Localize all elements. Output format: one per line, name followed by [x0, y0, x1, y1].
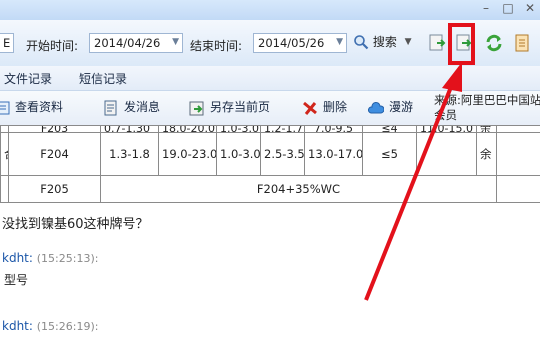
window-titlebar: – □ ✕ — [0, 0, 540, 20]
start-time-label: 开始时间: — [26, 39, 79, 53]
end-date-value: 2014/05/26 — [258, 36, 325, 50]
highlight-box — [448, 23, 475, 65]
table-cell: 余 — [476, 132, 497, 177]
table-cell — [416, 132, 477, 177]
table-cell: F204+35%WC — [100, 175, 497, 203]
end-time-label: 结束时间: — [190, 39, 243, 53]
tab-sms-records[interactable]: 短信记录 — [79, 70, 127, 87]
refresh-icon[interactable] — [484, 33, 504, 53]
table-cell: 1.2-1.7 — [260, 124, 305, 134]
delete-icon — [303, 101, 317, 115]
start-date-picker[interactable]: 2014/04/26 ▼ — [89, 33, 183, 53]
chat-history: 没找到镍基60这种牌号？ kdht: (15:25:13): 型号 kdht: … — [0, 205, 540, 337]
view-profile-label: 查看资料 — [15, 100, 64, 114]
message-text: 型号 — [4, 273, 29, 287]
minimize-button[interactable]: – — [476, 0, 496, 18]
table-cell: 合 — [0, 132, 9, 177]
table-row: 合 F204 1.3-1.8 19.0-23.0 1.0-3.0 2.5-3.5… — [0, 132, 540, 177]
table-cell — [496, 132, 540, 177]
roam-button[interactable]: 漫游 — [368, 98, 413, 118]
delete-button[interactable]: 删除 — [302, 98, 347, 118]
message-header: kdht: (15:26:19): — [2, 319, 98, 333]
search-button[interactable]: 搜索 ▼ — [353, 33, 412, 53]
cloud-icon — [368, 101, 384, 113]
maximize-button[interactable]: □ — [498, 0, 518, 18]
table-cell: ≤4 — [362, 124, 417, 134]
message-time: (15:26:19): — [36, 320, 99, 333]
table-cell: 1.0-3.0 — [216, 132, 261, 177]
table-cell — [496, 175, 540, 203]
search-icon — [354, 34, 369, 49]
table-cell: 余 — [476, 124, 497, 134]
save-page-button[interactable]: 另存当前页 — [189, 98, 270, 118]
search-label: 搜索 — [372, 35, 397, 49]
table-cell: F204 — [8, 132, 101, 177]
profile-card-icon — [0, 101, 10, 114]
tab-file-records[interactable]: 文件记录 — [4, 70, 52, 87]
table-cell: F205 — [8, 175, 101, 203]
send-message-button[interactable]: 发消息 — [103, 98, 160, 118]
table-cell: 11.0-15.0 — [416, 124, 477, 134]
table-cell: 1.3-1.8 — [100, 132, 159, 177]
table-cell: F203 — [8, 124, 101, 134]
message-time: (15:25:13): — [36, 252, 99, 265]
save-page-icon — [189, 101, 204, 115]
chevron-down-icon[interactable]: ▼ — [172, 37, 179, 47]
send-message-label: 发消息 — [124, 100, 161, 114]
table-cell: 1.0-3.0 — [216, 124, 261, 134]
roam-label: 漫游 — [389, 100, 414, 114]
delete-label: 删除 — [323, 100, 348, 114]
source-note: 来源:阿里巴巴中国站会员 — [434, 93, 540, 122]
view-profile-button[interactable]: 查看资料 — [0, 98, 63, 118]
table-cell: 13.0-17.0 — [304, 132, 363, 177]
chevron-down-icon[interactable]: ▼ — [336, 37, 343, 47]
table-cell: 0.7-1.30 — [100, 124, 159, 134]
table-cell: ≤5 — [362, 132, 417, 177]
chevron-down-icon: ▼ — [404, 36, 412, 47]
save-page-label: 另存当前页 — [210, 100, 271, 114]
sender-name[interactable]: kdht: — [2, 319, 33, 333]
table-cell — [0, 124, 9, 134]
close-button[interactable]: ✕ — [520, 0, 540, 18]
end-date-picker[interactable]: 2014/05/26 ▼ — [253, 33, 347, 53]
partial-field[interactable]: E — [0, 33, 14, 53]
start-date-value: 2014/04/26 — [94, 36, 161, 50]
message-action-toolbar: 查看资料 发消息 另存当前页 删除 漫游 来源:阿里巴巴中国站会员 — [0, 91, 540, 126]
notes-icon[interactable] — [512, 33, 532, 53]
import-icon[interactable] — [427, 33, 447, 53]
spec-table: F203 0.7-1.30 18.0-20.0 1.0-3.0 1.2-1.7 … — [0, 124, 540, 203]
record-tabs: 文件记录 短信记录 — [0, 66, 540, 91]
message-text: 没找到镍基60这种牌号？ — [2, 217, 149, 232]
table-cell — [496, 124, 540, 134]
table-row: F203 0.7-1.30 18.0-20.0 1.0-3.0 1.2-1.7 … — [0, 124, 540, 134]
table-cell: 18.0-20.0 — [158, 124, 217, 134]
message-header: kdht: (15:25:13): — [2, 251, 98, 265]
table-cell — [0, 175, 9, 203]
table-cell: 19.0-23.0 — [158, 132, 217, 177]
sender-name[interactable]: kdht: — [2, 251, 33, 265]
table-cell: 2.5-3.5 — [260, 132, 305, 177]
table-cell: 7.0-9.5 — [304, 124, 363, 134]
send-message-icon — [104, 100, 117, 115]
table-row: F205 F204+35%WC — [0, 175, 540, 203]
